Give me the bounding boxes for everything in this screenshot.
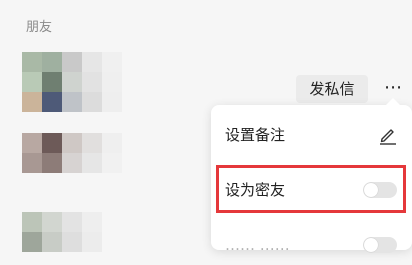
avatar-pixel: [62, 153, 82, 173]
avatar-pixel: [22, 212, 42, 232]
avatar-pixel: [102, 92, 122, 112]
avatar-pixel: [62, 92, 82, 112]
avatar-pixel: [22, 232, 42, 252]
avatar-pixel: [42, 72, 62, 92]
menu-item-partial[interactable]: …… ……: [225, 225, 401, 265]
menu-caret: [385, 98, 401, 106]
friend-2-avatar[interactable]: [22, 133, 122, 173]
highlight-box: [216, 165, 406, 213]
avatar-pixel: [22, 72, 42, 92]
avatar-pixel: [22, 153, 42, 173]
avatar-pixel: [82, 52, 102, 72]
friend-1-avatar[interactable]: [22, 52, 122, 112]
send-message-button[interactable]: 发私信: [296, 75, 368, 103]
avatar-pixel: [42, 212, 62, 232]
section-title-friends: 朋友: [26, 20, 53, 35]
avatar-pixel: [82, 92, 102, 112]
avatar-pixel: [22, 52, 42, 72]
edit-pencil-icon[interactable]: [377, 124, 399, 146]
friend-3-avatar[interactable]: [22, 212, 102, 252]
avatar-pixel: [62, 232, 82, 252]
avatar-pixel: [22, 133, 42, 153]
avatar-pixel: [102, 52, 122, 72]
avatar-pixel: [42, 52, 62, 72]
avatar-pixel: [62, 52, 82, 72]
menu-item-partial-label: …… ……: [225, 236, 290, 254]
toggle-knob: [364, 238, 378, 252]
avatar-pixel: [102, 133, 122, 153]
more-horizontal-icon[interactable]: ⋯: [384, 79, 408, 97]
set-remark-item[interactable]: 设置备注: [225, 115, 401, 155]
partial-toggle[interactable]: [363, 237, 397, 253]
avatar-pixel: [42, 92, 62, 112]
avatar-pixel: [82, 133, 102, 153]
avatar-pixel: [102, 72, 122, 92]
avatar-pixel: [62, 72, 82, 92]
avatar-pixel: [82, 212, 102, 232]
avatar-pixel: [42, 133, 62, 153]
avatar-pixel: [82, 232, 102, 252]
avatar-pixel: [82, 72, 102, 92]
avatar-pixel: [22, 92, 42, 112]
avatar-pixel: [62, 133, 82, 153]
avatar-pixel: [42, 232, 62, 252]
avatar-pixel: [62, 212, 82, 232]
set-remark-label: 设置备注: [225, 126, 286, 144]
avatar-pixel: [42, 153, 62, 173]
avatar-pixel: [82, 153, 102, 173]
avatar-pixel: [102, 153, 122, 173]
